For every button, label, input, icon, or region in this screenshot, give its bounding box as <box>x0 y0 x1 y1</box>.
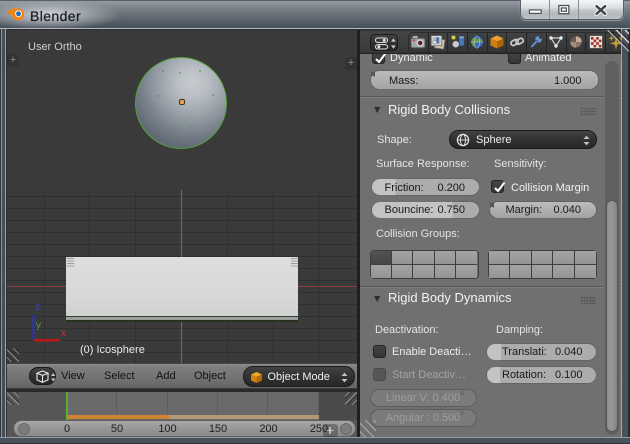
svg-text:x: x <box>61 328 66 339</box>
svg-text:y: y <box>36 320 41 331</box>
svg-text:z: z <box>35 302 40 313</box>
